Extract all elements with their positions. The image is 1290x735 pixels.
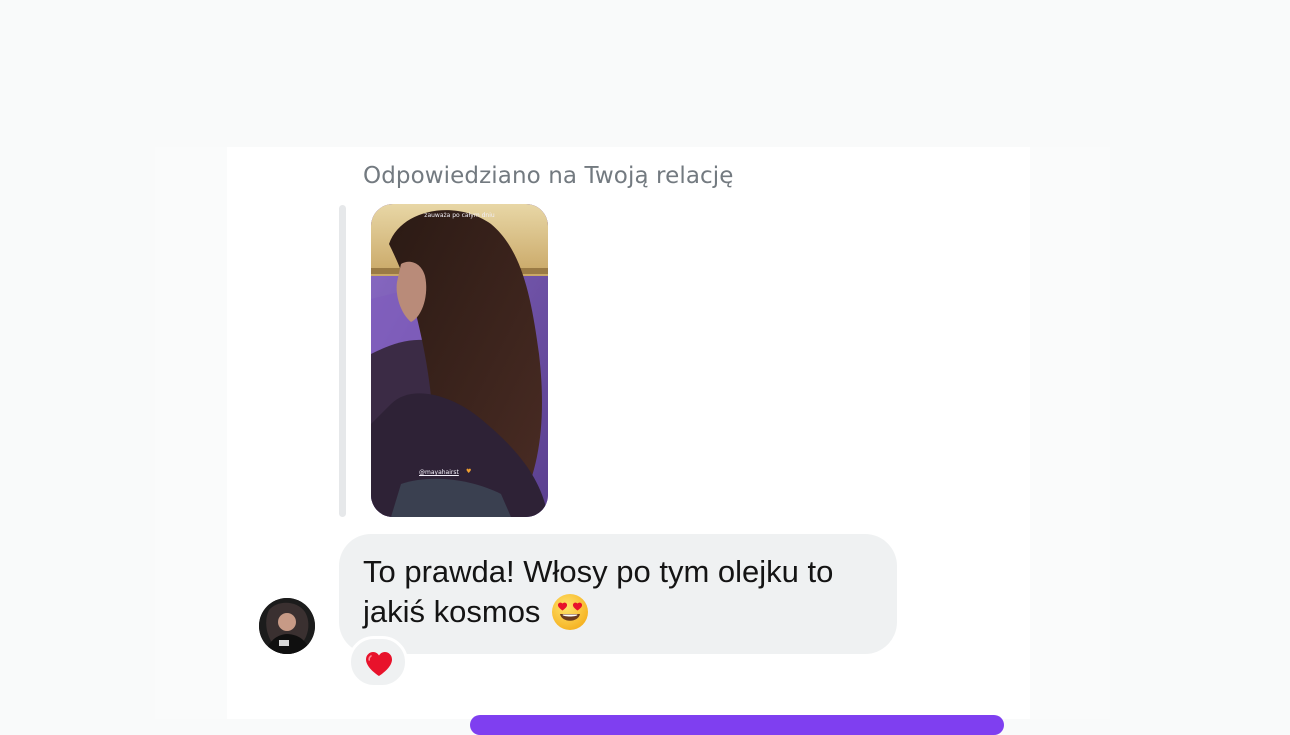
message-text: To prawda! Włosy po tym olejku to jakiś … xyxy=(363,552,883,632)
story-mention: @mayahairst xyxy=(419,469,459,476)
red-heart-icon xyxy=(366,652,392,676)
reaction-heart-button[interactable] xyxy=(348,636,408,688)
message-bubble[interactable]: To prawda! Włosy po tym olejku to jakiś … xyxy=(339,534,897,654)
smiling-face-with-heart-eyes-icon xyxy=(552,594,589,630)
story-thumbnail[interactable]: zauważa po całym dniu @mayahairst ♥ xyxy=(371,204,548,517)
quote-bar xyxy=(339,205,346,517)
avatar[interactable] xyxy=(259,598,315,654)
story-caption: zauważa po całym dniu xyxy=(424,212,495,219)
action-button[interactable] xyxy=(470,715,1004,735)
story-image xyxy=(371,204,548,517)
heart-emoji-icon: ♥ xyxy=(466,468,472,475)
story-reply-label: Odpowiedziano na Twoją relację xyxy=(363,163,734,189)
message-text-content: To prawda! Włosy po tym olejku to jakiś … xyxy=(363,554,834,629)
